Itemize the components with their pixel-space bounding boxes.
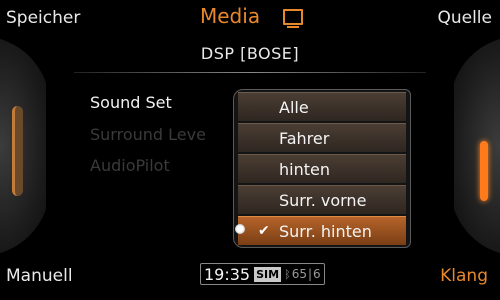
status-bar: 19:35 SIM ᛒ 65 | 6	[200, 263, 325, 285]
option-label: Fahrer	[279, 129, 330, 148]
menu-item-sound-set[interactable]: Sound Set	[90, 93, 172, 112]
network-indicator: 6	[313, 267, 321, 281]
softkey-manuell[interactable]: Manuell	[6, 266, 73, 286]
bluetooth-icon: ᛒ	[284, 267, 291, 281]
option-surr-vorne[interactable]: Surr. vorne	[238, 185, 406, 214]
softkey-klang[interactable]: Klang	[440, 266, 488, 286]
softkey-quelle[interactable]: Quelle	[437, 8, 492, 28]
panel-title: DSP [BOSE]	[200, 44, 300, 63]
left-knob-decoration	[0, 36, 50, 256]
option-hinten[interactable]: hinten	[238, 154, 406, 183]
checkmark-icon: ✔	[258, 223, 270, 239]
right-knob-decoration	[450, 36, 500, 256]
right-arc-indicator	[480, 141, 488, 201]
option-label: Surr. vorne	[279, 191, 367, 210]
top-softkey-bar: Speicher Media Quelle	[0, 0, 500, 36]
option-label: hinten	[279, 160, 330, 179]
softkey-speicher[interactable]: Speicher	[6, 8, 80, 28]
clock: 19:35	[204, 264, 251, 284]
sim-badge: SIM	[254, 266, 282, 282]
signal-strength: 65	[291, 267, 307, 281]
sound-set-dropdown[interactable]: Alle Fahrer hinten Surr. vorne ✔ Surr. h…	[233, 89, 411, 248]
option-fahrer[interactable]: Fahrer	[238, 123, 406, 152]
title-divider	[74, 72, 426, 73]
option-label: Alle	[279, 98, 309, 117]
option-label: Surr. hinten	[279, 222, 372, 241]
option-surr-hinten[interactable]: ✔ Surr. hinten	[238, 216, 406, 245]
menu-item-surround-level[interactable]: Surround Leve	[90, 125, 240, 144]
menu-item-audiopilot[interactable]: AudioPilot	[90, 156, 170, 175]
softkey-media[interactable]: Media	[200, 6, 260, 26]
media-screen-icon	[283, 9, 303, 28]
selection-radio-icon	[235, 224, 245, 234]
left-arc-indicator	[12, 106, 23, 196]
status-separator: |	[307, 267, 313, 281]
option-alle[interactable]: Alle	[238, 92, 406, 121]
